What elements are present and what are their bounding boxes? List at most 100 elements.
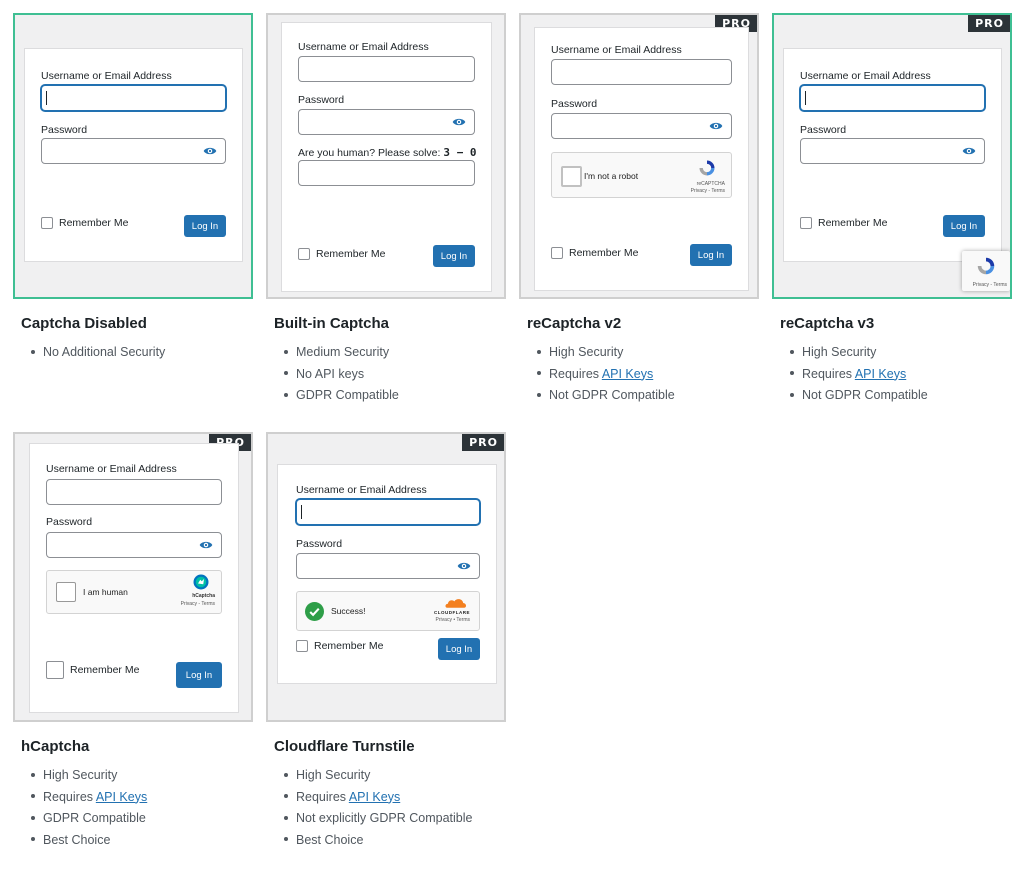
api-keys-link[interactable]: API Keys [855,367,906,381]
hcaptcha-logo-icon [193,574,209,590]
recaptcha-links: Privacy - Terms [690,188,725,194]
login-button: Log In [438,638,480,660]
feature-item: Not GDPR Compatible [780,385,928,407]
password-label: Password [41,124,88,136]
feature-item: Best Choice [21,830,147,852]
feature-item: GDPR Compatible [21,808,147,830]
password-label: Password [296,538,343,550]
eye-icon [457,562,471,570]
remember-checkbox [296,640,308,652]
api-keys-link[interactable]: API Keys [602,367,653,381]
turnstile-widget: Success! CLOUDFLARE Privacy • Terms [296,591,480,631]
feature-item: GDPR Compatible [274,385,399,407]
recaptcha-badge: Privacy - Terms [962,251,1010,291]
math-question-label: Are you human? Please solve: 3 − 0 [298,146,477,159]
preview-frame[interactable]: PRO Username or Email Address Password S… [266,432,506,722]
remember-me: Remember Me [41,217,128,229]
login-button: Log In [690,244,732,266]
password-input [551,113,732,139]
recaptcha-logo-icon [699,160,715,176]
login-button: Log In [943,215,985,237]
feature-item: Requires API Keys [527,364,675,386]
math-equation: 3 − 0 [443,146,477,159]
username-label: Username or Email Address [296,484,427,496]
option-title: Cloudflare Turnstile [274,738,415,755]
feature-item: Not explicitly GDPR Compatible [274,808,472,830]
username-input [298,56,475,82]
remember-me: Remember Me [296,640,383,652]
remember-checkbox [800,217,812,229]
feature-item: Requires API Keys [274,787,472,809]
password-input [800,138,985,164]
eye-icon [203,147,217,155]
option-title: hCaptcha [21,738,90,755]
remember-me: Remember Me [800,217,887,229]
option-title: Built-in Captcha [274,315,389,332]
feature-item: Medium Security [274,342,399,364]
feature-item: Requires API Keys [780,364,928,386]
eye-icon [452,118,466,126]
preview-frame[interactable]: PRO Username or Email Address Password I… [519,13,759,299]
recaptcha-checkbox [561,166,582,187]
username-input [41,85,226,111]
hcaptcha-links: Privacy - Terms [180,601,215,607]
feature-item: High Security [527,342,675,364]
recaptcha-label: I'm not a robot [584,171,639,181]
preview-frame[interactable]: PRO Username or Email Address Password R… [772,13,1012,299]
password-label: Password [46,516,93,528]
remember-checkbox [41,217,53,229]
feature-list: High Security Requires API Keys GDPR Com… [21,765,147,851]
password-label: Password [551,98,598,110]
login-button: Log In [184,215,226,237]
preview-frame[interactable]: Username or Email Address Password Remem… [13,13,253,299]
feature-item: Best Choice [274,830,472,852]
preview-frame[interactable]: Username or Email Address Password Are y… [266,13,506,299]
eye-icon [199,541,213,549]
success-check-icon [305,602,324,621]
hcaptcha-label: I am human [83,587,128,597]
feature-list: High Security Requires API Keys Not expl… [274,765,472,851]
api-keys-link[interactable]: API Keys [349,790,400,804]
login-form-preview: Username or Email Address Password Succe… [277,464,497,684]
hcaptcha-widget: I am human hCaptcha Privacy - Terms [46,570,222,614]
login-button: Log In [176,662,222,688]
eye-icon [962,147,976,155]
username-label: Username or Email Address [41,70,172,82]
remember-checkbox [551,247,563,259]
password-label: Password [800,124,847,136]
feature-list: High Security Requires API Keys Not GDPR… [780,342,928,407]
feature-item: Not GDPR Compatible [527,385,675,407]
captcha-answer-input [298,160,475,186]
feature-list: Medium Security No API keys GDPR Compati… [274,342,399,407]
login-button: Log In [433,245,475,267]
username-input [551,59,732,85]
username-input [800,85,985,111]
feature-list: No Additional Security [21,342,165,364]
option-title: reCaptcha v2 [527,315,622,332]
remember-checkbox [298,248,310,260]
username-label: Username or Email Address [551,44,682,56]
preview-frame[interactable]: PRO Username or Email Address Password I… [13,432,253,722]
feature-item: High Security [780,342,928,364]
cloudflare-brand: CLOUDFLARE [434,610,470,615]
remember-checkbox [46,661,64,679]
feature-item: No Additional Security [21,342,165,364]
eye-icon [709,122,723,130]
feature-item: High Security [274,765,472,787]
feature-list: High Security Requires API Keys Not GDPR… [527,342,675,407]
turnstile-links: Privacy • Terms [435,617,470,623]
password-input [41,138,226,164]
api-keys-link[interactable]: API Keys [96,790,147,804]
username-label: Username or Email Address [800,70,931,82]
feature-item: No API keys [274,364,399,386]
feature-item: High Security [21,765,147,787]
recaptcha-brand: reCAPTCHA [696,181,725,187]
recaptcha-badge-links: Privacy - Terms [972,282,1007,288]
hcaptcha-brand: hCaptcha [192,593,215,599]
login-form-preview: Username or Email Address Password I am … [29,443,239,713]
login-form-preview: Username or Email Address Password I'm n… [534,27,749,291]
username-label: Username or Email Address [298,41,429,53]
remember-me: Remember Me [46,661,139,679]
password-input [298,109,475,135]
option-title: reCaptcha v3 [780,315,875,332]
